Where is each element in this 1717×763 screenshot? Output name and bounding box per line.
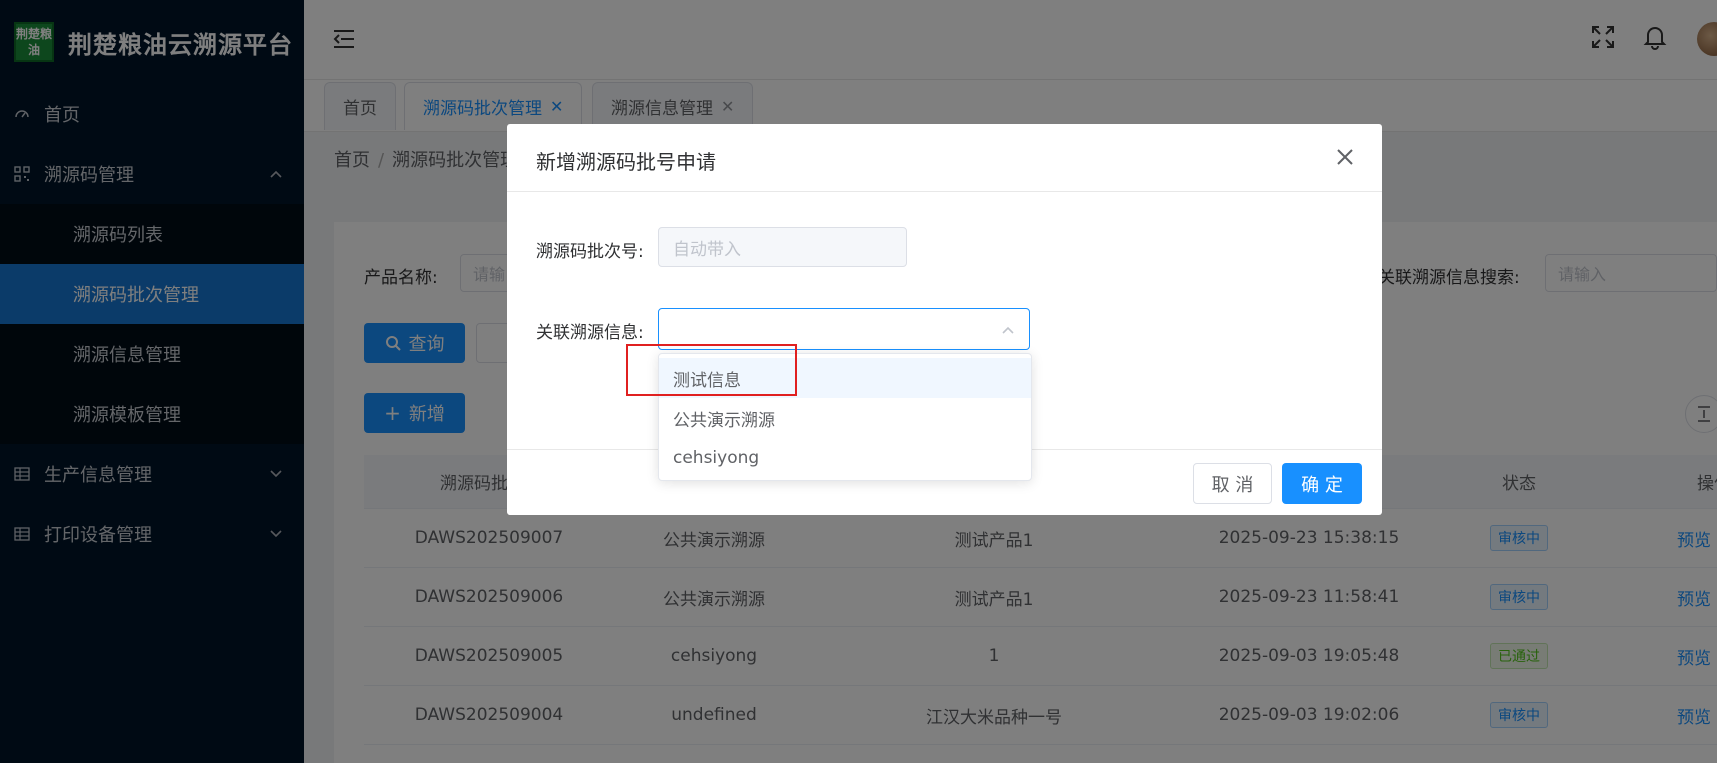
cancel-button[interactable]: 取 消 (1193, 463, 1272, 504)
modal-header: 新增溯源码批号申请 (507, 124, 1382, 192)
dropdown-option[interactable]: cehsiyong (659, 438, 1031, 478)
batch-number-input: 自动带入 (658, 227, 907, 267)
dropdown-option[interactable]: 公共演示溯源 (659, 398, 1031, 438)
close-icon[interactable] (1334, 146, 1356, 168)
confirm-button[interactable]: 确 定 (1282, 463, 1362, 504)
modal-title: 新增溯源码批号申请 (536, 150, 716, 174)
related-info-label: 关联溯源信息: (536, 323, 644, 343)
annotation-highlight-box (626, 344, 797, 396)
chevron-up-icon (1001, 322, 1015, 336)
input-placeholder: 自动带入 (673, 239, 741, 260)
batch-number-label: 溯源码批次号: (536, 242, 644, 262)
